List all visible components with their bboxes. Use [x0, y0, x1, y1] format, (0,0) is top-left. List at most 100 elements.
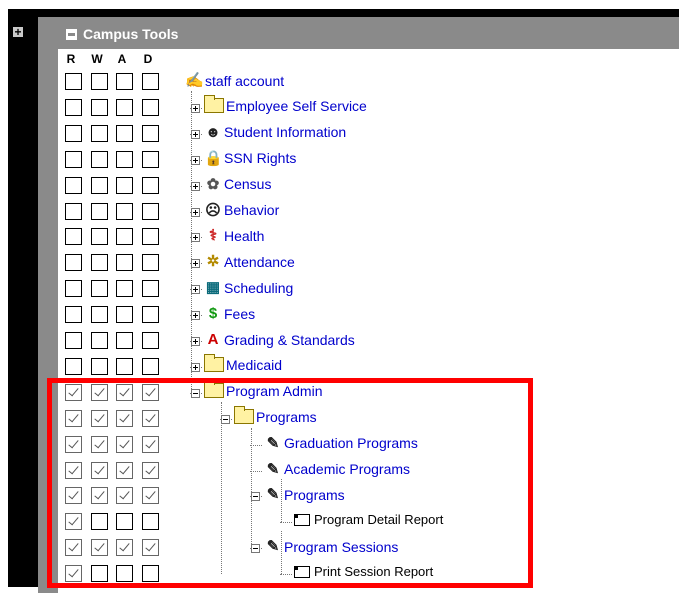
tree-node[interactable]: Medicaid: [204, 354, 282, 373]
checkbox-w[interactable]: [91, 202, 108, 220]
tree-node-label[interactable]: Employee Self Service: [226, 98, 367, 114]
checkbox-r[interactable]: [65, 254, 82, 272]
checkbox-r[interactable]: [65, 357, 82, 375]
checkbox-r[interactable]: [65, 73, 82, 90]
tree-node-label[interactable]: Attendance: [224, 254, 295, 270]
checkbox-w[interactable]: [91, 332, 108, 349]
checkbox-d[interactable]: [142, 332, 159, 349]
checkbox-a[interactable]: [116, 98, 133, 116]
checkbox-a[interactable]: [116, 306, 133, 324]
tree-row: $ Fees: [58, 302, 678, 328]
tree-node-label[interactable]: Health: [224, 228, 264, 244]
checkbox-d[interactable]: [142, 202, 159, 220]
expand-icon[interactable]: [191, 181, 200, 191]
folder-icon: [204, 95, 224, 114]
tree-node-label[interactable]: Census: [224, 176, 271, 192]
expand-icon[interactable]: [191, 337, 200, 346]
tree-node-label[interactable]: Grading & Standards: [224, 332, 355, 348]
tree-node[interactable]: 🔒 SSN Rights: [204, 150, 296, 167]
column-label-a: A: [117, 52, 127, 66]
tree-node-label[interactable]: Behavior: [224, 202, 279, 218]
health-icon: ⚕: [208, 227, 218, 245]
expand-icon[interactable]: [191, 259, 200, 269]
checkbox-w[interactable]: [91, 306, 108, 324]
checkbox-r[interactable]: [65, 306, 82, 324]
checkbox-d[interactable]: [142, 98, 159, 116]
expand-icon[interactable]: [191, 362, 200, 372]
tree-node-label[interactable]: SSN Rights: [224, 150, 296, 166]
tree-node[interactable]: ✿ Census: [204, 176, 272, 193]
highlight-box: [47, 378, 533, 588]
checkbox-r[interactable]: [65, 280, 82, 298]
checkbox-w[interactable]: [91, 357, 108, 375]
checkbox-d[interactable]: [142, 228, 159, 246]
attendance-icon: ✲: [206, 253, 220, 271]
checkbox-w[interactable]: [91, 98, 108, 116]
expand-icon[interactable]: [191, 129, 200, 139]
checkbox-r[interactable]: [65, 332, 82, 349]
checkbox-r[interactable]: [65, 228, 82, 246]
behavior-icon: ☹: [205, 201, 221, 219]
checkbox-a[interactable]: [116, 176, 133, 194]
panel-title: Campus Tools: [66, 26, 178, 42]
checkbox-a[interactable]: [116, 357, 133, 375]
checkbox-d[interactable]: [142, 280, 159, 298]
tree-node[interactable]: Employee Self Service: [204, 95, 367, 114]
tree-node[interactable]: $ Fees: [204, 305, 255, 322]
tree-node[interactable]: ⚕ Health: [204, 227, 265, 245]
checkbox-a[interactable]: [116, 254, 133, 272]
checkbox-a[interactable]: [116, 228, 133, 246]
checkbox-r[interactable]: [65, 150, 82, 168]
expand-icon[interactable]: [191, 285, 200, 295]
checkbox-a[interactable]: [116, 150, 133, 168]
checkbox-a[interactable]: [116, 124, 133, 142]
tree-node[interactable]: ▦ Scheduling: [204, 279, 293, 296]
checkbox-d[interactable]: [142, 357, 159, 375]
lock-icon: 🔒: [204, 149, 223, 167]
tree-node-label[interactable]: Fees: [224, 306, 255, 322]
checkbox-w[interactable]: [91, 150, 108, 168]
tree-row: ✿ Census: [58, 173, 678, 199]
checkbox-w[interactable]: [91, 228, 108, 246]
checkbox-d[interactable]: [142, 73, 159, 90]
tree-node[interactable]: A Grading & Standards: [204, 331, 355, 348]
checkbox-r[interactable]: [65, 98, 82, 116]
checkbox-r[interactable]: [65, 176, 82, 194]
checkbox-d[interactable]: [142, 150, 159, 168]
tree-node-label[interactable]: Student Information: [224, 124, 346, 140]
tree-node[interactable]: ✍ staff account: [185, 72, 284, 89]
tree-row: ⚕ Health: [58, 224, 678, 250]
checkbox-w[interactable]: [91, 176, 108, 194]
tree-node-label[interactable]: Scheduling: [224, 280, 293, 296]
sidebar-expand-button[interactable]: +: [13, 26, 23, 38]
collapse-icon[interactable]: [66, 29, 77, 40]
tree-node[interactable]: ☹ Behavior: [204, 202, 279, 219]
checkbox-a[interactable]: [116, 202, 133, 220]
checkbox-a[interactable]: [116, 332, 133, 349]
tree-row: ☻ Student Information: [58, 121, 678, 147]
checkbox-d[interactable]: [142, 176, 159, 194]
tree-node-label[interactable]: staff account: [205, 73, 284, 89]
tree-node-label[interactable]: Medicaid: [226, 357, 282, 373]
checkbox-a[interactable]: [116, 280, 133, 298]
checkbox-r[interactable]: [65, 202, 82, 220]
checkbox-a[interactable]: [116, 73, 133, 90]
tree-node[interactable]: ☻ Student Information: [204, 124, 346, 141]
checkbox-d[interactable]: [142, 306, 159, 324]
expand-icon[interactable]: [191, 103, 200, 113]
checkbox-d[interactable]: [142, 254, 159, 272]
left-sidebar: +: [8, 9, 30, 587]
panel-header[interactable]: Campus Tools: [58, 17, 679, 49]
checkbox-r[interactable]: [65, 124, 82, 142]
checkbox-d[interactable]: [142, 124, 159, 142]
expand-icon[interactable]: [191, 233, 200, 243]
tree-node[interactable]: ✲ Attendance: [204, 253, 295, 270]
checkbox-w[interactable]: [91, 280, 108, 298]
checkbox-w[interactable]: [91, 73, 108, 90]
checkbox-w[interactable]: [91, 254, 108, 272]
expand-icon[interactable]: [191, 207, 200, 217]
dollar-icon: $: [208, 305, 218, 323]
expand-icon[interactable]: [191, 311, 200, 321]
checkbox-w[interactable]: [91, 124, 108, 142]
expand-icon[interactable]: [191, 155, 200, 165]
